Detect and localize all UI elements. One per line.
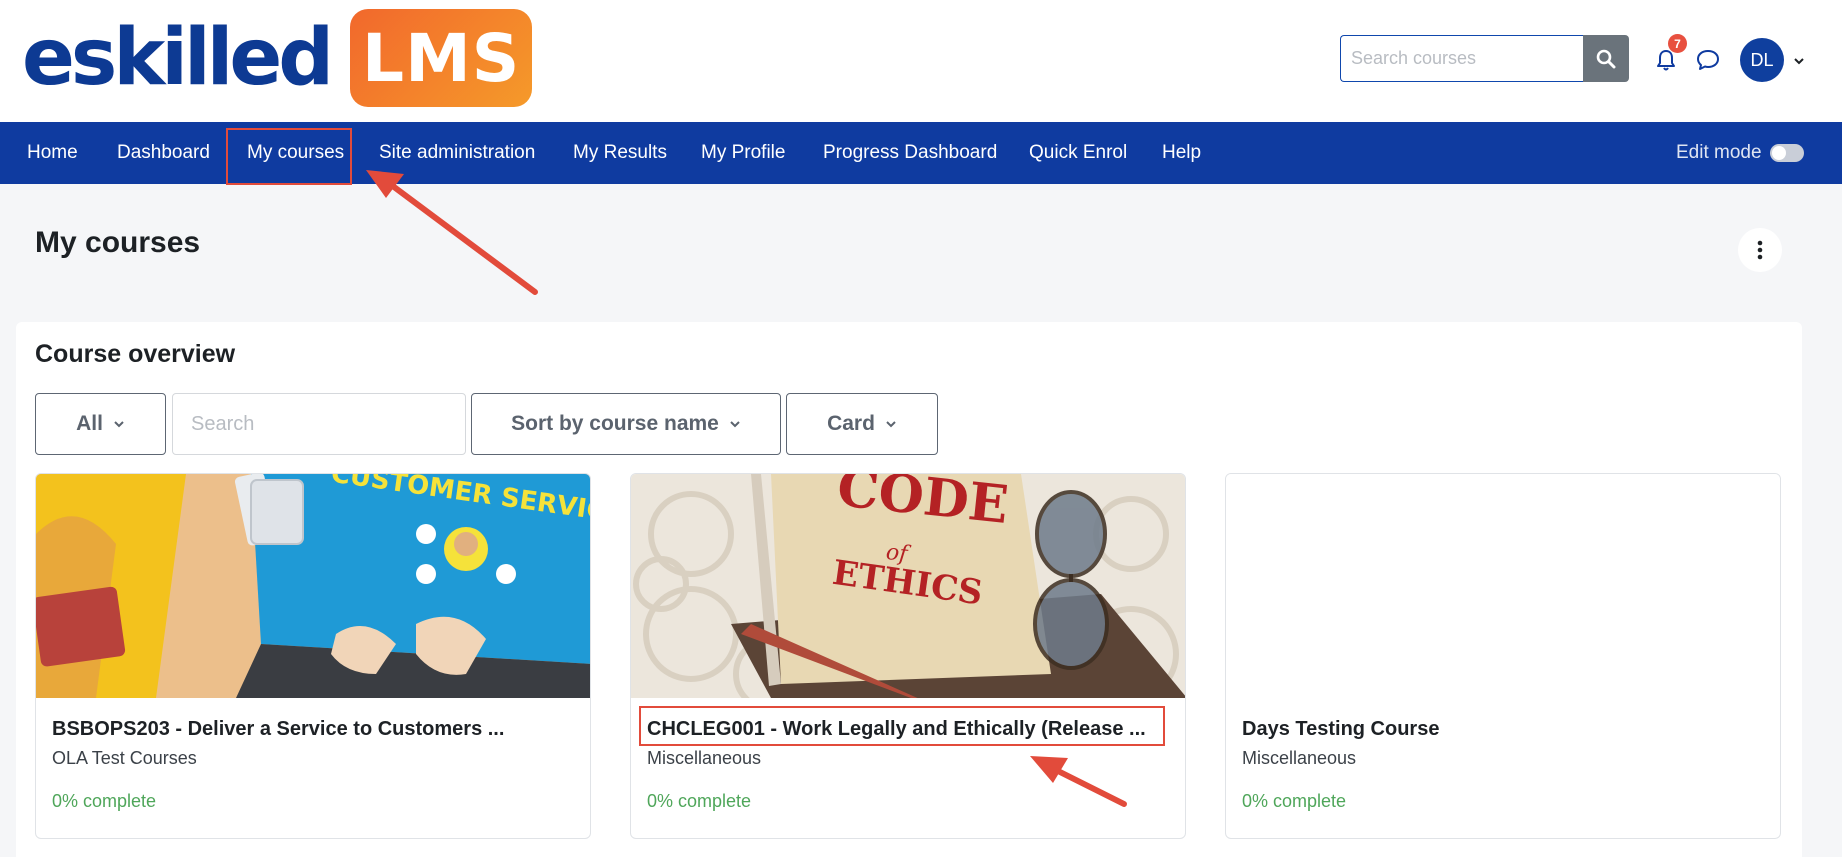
arrow-to-my-courses [366,170,538,295]
arrow-to-course-title [1030,756,1127,807]
annotation-arrows [366,170,1127,807]
